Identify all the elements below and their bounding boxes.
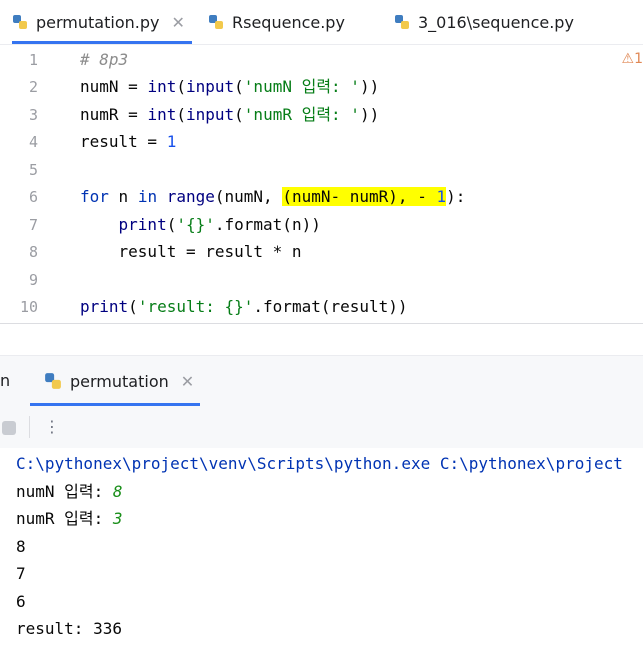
panel-splitter[interactable]	[0, 323, 643, 356]
line-number: 8	[28, 243, 38, 261]
console-line: numN 입력: 8	[16, 478, 123, 506]
tab-label: permutation	[70, 371, 169, 391]
line-number: 7	[28, 216, 38, 234]
run-toolbar: ⋮	[0, 406, 643, 448]
console-line: 8	[16, 537, 26, 556]
warning-icon: ⚠	[621, 51, 635, 67]
code-line[interactable]: print('result: {}'.format(result))	[80, 293, 408, 321]
tab-permutation[interactable]: permutation.py ✕	[12, 0, 192, 44]
line-number: 2	[28, 78, 38, 96]
python-file-icon	[13, 15, 27, 29]
console-line: 6	[16, 592, 26, 611]
tab-3016-sequence[interactable]: 3_016\sequence.py	[394, 0, 574, 44]
line-number: 6	[28, 188, 38, 206]
console-prompt: numN 입력:	[16, 482, 113, 501]
close-icon[interactable]: ✕	[171, 13, 184, 32]
close-icon[interactable]: ✕	[181, 372, 194, 391]
line-number: 1	[28, 51, 38, 69]
code-line[interactable]: for n in range(numN, (numN- numR), - 1):	[80, 183, 465, 211]
tab-label: permutation.py	[36, 12, 160, 32]
console-input: 8	[112, 482, 123, 501]
tab-run-permutation[interactable]: permutation ✕	[30, 356, 200, 406]
line-number: 10	[19, 298, 38, 316]
tab-label: Rsequence.py	[232, 12, 345, 32]
editor-tab-bar: permutation.py ✕ Rsequence.py 3_016\sequ…	[0, 0, 643, 45]
console-prompt: numR 입력:	[16, 509, 113, 528]
code-line[interactable]: numN = int(input('numN 입력: '))	[80, 73, 379, 101]
console-result: result: 336	[16, 619, 122, 638]
tab-rsequence[interactable]: Rsequence.py	[208, 0, 345, 44]
python-file-icon	[395, 15, 409, 29]
code-line[interactable]: # 8p3	[80, 46, 128, 74]
code-editor[interactable]: ⚠1 1 2 3 4 5 6 7 8 9 10 # 8p3 numN = int…	[0, 45, 643, 323]
console-line: numR 입력: 3	[16, 505, 123, 533]
line-number: 3	[28, 106, 38, 124]
run-panel-title: n	[0, 371, 11, 390]
warning-count: 1	[634, 51, 643, 67]
more-options-icon[interactable]: ⋮	[44, 414, 60, 440]
console-command: C:\pythonex\project\venv\Scripts\python.…	[16, 454, 623, 473]
python-file-icon	[45, 373, 61, 389]
code-line[interactable]: result = 1	[80, 128, 176, 156]
run-panel-tab-bar: n permutation ✕	[0, 355, 643, 407]
python-file-icon	[209, 15, 223, 29]
code-line[interactable]: result = result * n	[80, 238, 302, 266]
console-input: 3	[112, 509, 123, 528]
stop-icon[interactable]	[2, 421, 16, 435]
line-number: 5	[28, 161, 38, 179]
line-number: 9	[28, 271, 38, 289]
console-line: 7	[16, 564, 26, 583]
toolbar-separator	[29, 416, 30, 438]
console-output[interactable]: C:\pythonex\project\venv\Scripts\python.…	[0, 448, 643, 645]
code-line[interactable]: numR = int(input('numR 입력: '))	[80, 101, 379, 129]
code-line[interactable]: print('{}'.format(n))	[80, 211, 321, 239]
tab-label: 3_016\sequence.py	[418, 12, 574, 32]
line-number: 4	[28, 133, 38, 151]
warning-indicator[interactable]: ⚠1	[622, 51, 643, 67]
